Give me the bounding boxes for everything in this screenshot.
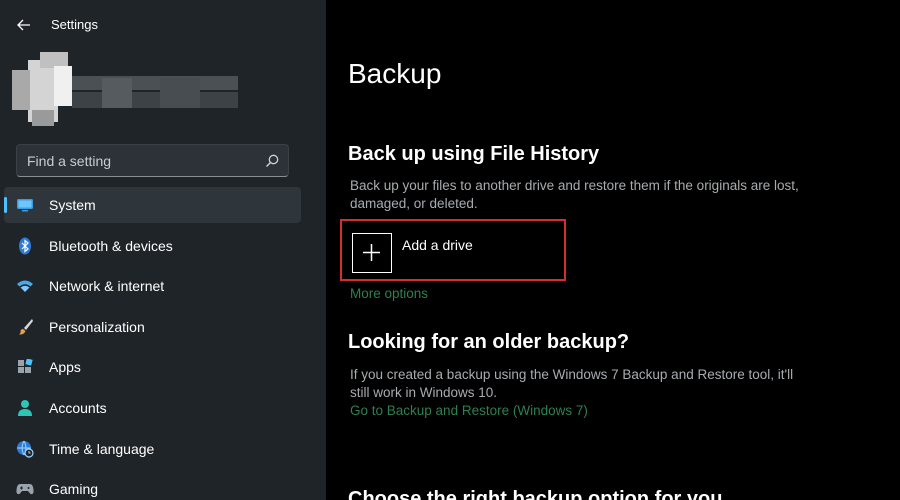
- user-profile-pixelated[interactable]: [10, 48, 240, 128]
- person-icon: [16, 399, 34, 417]
- sidebar-item-personalization[interactable]: Personalization: [4, 309, 301, 345]
- file-history-description: Back up your files to another drive and …: [350, 178, 799, 211]
- brush-icon: [16, 318, 34, 336]
- backup-restore-link[interactable]: Go to Backup and Restore (Windows 7): [350, 403, 588, 418]
- add-drive-label: Add a drive: [402, 237, 473, 253]
- sidebar-item-accounts[interactable]: Accounts: [4, 390, 301, 426]
- older-backup-heading: Looking for an older backup?: [348, 331, 630, 353]
- sidebar: Settings System: [0, 0, 326, 500]
- add-drive-button[interactable]: Add a drive: [340, 219, 566, 281]
- sidebar-item-network[interactable]: Network & internet: [4, 268, 301, 304]
- globe-clock-icon: [16, 440, 34, 458]
- sidebar-item-system[interactable]: System: [4, 187, 301, 223]
- sidebar-item-label: Time & language: [49, 440, 155, 457]
- sidebar-item-apps[interactable]: Apps: [4, 349, 301, 385]
- monitor-icon: [16, 196, 34, 214]
- sidebar-item-label: System: [49, 197, 96, 213]
- backup-options-heading: Choose the right backup option for you: [348, 488, 723, 500]
- apps-icon: [16, 358, 34, 376]
- sidebar-item-label: Apps: [49, 359, 81, 376]
- sidebar-nav: System Bluetooth & devices Network & int…: [4, 187, 301, 500]
- wifi-icon: [16, 277, 34, 295]
- gamepad-icon: [16, 480, 34, 498]
- sidebar-item-label: Network & internet: [49, 278, 165, 295]
- search-input[interactable]: [27, 152, 257, 170]
- more-options-link[interactable]: More options: [350, 286, 428, 301]
- sidebar-item-gaming[interactable]: Gaming: [4, 471, 301, 500]
- title-bar: Settings: [0, 0, 326, 48]
- older-backup-description: If you created a backup using the Window…: [350, 367, 794, 400]
- page-title: Backup: [348, 58, 442, 89]
- back-arrow-icon: [17, 19, 30, 31]
- sidebar-item-label: Gaming: [49, 481, 99, 498]
- main-content: Backup Back up using File History Back u…: [326, 0, 900, 500]
- sidebar-item-bluetooth[interactable]: Bluetooth & devices: [4, 228, 301, 264]
- search-icon[interactable]: [265, 154, 279, 168]
- file-history-heading: Back up using File History: [348, 143, 600, 165]
- bluetooth-icon: [16, 237, 34, 255]
- sidebar-item-label: Personalization: [49, 318, 145, 335]
- sidebar-item-label: Accounts: [49, 399, 107, 416]
- sidebar-item-time-language[interactable]: Time & language: [4, 431, 301, 467]
- back-button[interactable]: [10, 11, 38, 39]
- app-title: Settings: [51, 17, 98, 32]
- plus-icon: [352, 233, 392, 273]
- sidebar-item-label: Bluetooth & devices: [49, 237, 173, 254]
- search-box[interactable]: [16, 144, 289, 177]
